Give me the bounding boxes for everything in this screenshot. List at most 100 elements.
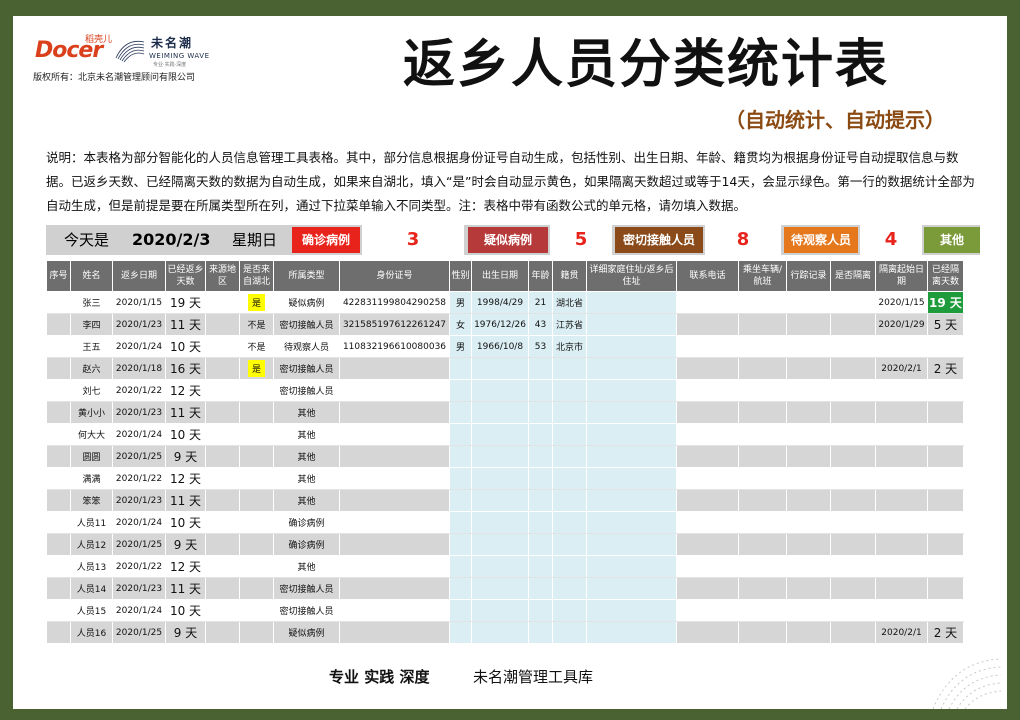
cell-gender[interactable] — [449, 467, 472, 490]
cell-return-date[interactable]: 2020/1/25 — [112, 533, 166, 556]
cell-vehicle[interactable] — [738, 489, 787, 512]
col-header-itinerary[interactable]: 行踪记录 — [786, 260, 831, 292]
cell-address[interactable] — [586, 599, 677, 622]
cell-category[interactable]: 密切接触人员 — [273, 577, 340, 600]
cell-itinerary[interactable] — [786, 335, 831, 358]
cell-vehicle[interactable] — [738, 577, 787, 600]
cell-name[interactable]: 王五 — [70, 335, 113, 358]
cell-from-hubei[interactable] — [239, 445, 274, 468]
cell-vehicle[interactable] — [738, 313, 787, 336]
cell-category[interactable]: 密切接触人员 — [273, 357, 340, 380]
cell-from-hubei[interactable] — [239, 467, 274, 490]
cell-itinerary[interactable] — [786, 599, 831, 622]
cell-gender[interactable] — [449, 357, 472, 380]
cell-iso-days[interactable]: 19 天 — [927, 291, 964, 314]
cell-phone[interactable] — [676, 423, 739, 446]
cell-days-home[interactable]: 12 天 — [165, 379, 206, 402]
cell-birth-date[interactable]: 1966/10/8 — [471, 335, 529, 358]
cell-isolated[interactable] — [830, 577, 876, 600]
cell-from-hubei[interactable] — [239, 621, 274, 644]
cell-gender[interactable] — [449, 401, 472, 424]
cell-return-date[interactable]: 2020/1/22 — [112, 379, 166, 402]
cell-gender[interactable] — [449, 599, 472, 622]
cell-birth-date[interactable] — [471, 445, 529, 468]
cell-return-date[interactable]: 2020/1/22 — [112, 467, 166, 490]
cell-address[interactable] — [586, 401, 677, 424]
cell-gender[interactable] — [449, 577, 472, 600]
cell-return-date[interactable]: 2020/1/24 — [112, 511, 166, 534]
cell-category[interactable]: 密切接触人员 — [273, 379, 340, 402]
cell-age[interactable] — [528, 555, 553, 578]
cell-from-hubei[interactable] — [239, 511, 274, 534]
cell-category[interactable]: 确诊病例 — [273, 511, 340, 534]
cell-native-place[interactable] — [552, 357, 587, 380]
cell-category[interactable]: 其他 — [273, 489, 340, 512]
cell-phone[interactable] — [676, 335, 739, 358]
cell-return-date[interactable]: 2020/1/23 — [112, 313, 166, 336]
cell-age[interactable] — [528, 357, 553, 380]
cell-vehicle[interactable] — [738, 467, 787, 490]
cell-id-number[interactable] — [339, 445, 450, 468]
cell-days-home[interactable]: 10 天 — [165, 423, 206, 446]
cell-isolated[interactable] — [830, 533, 876, 556]
cell-native-place[interactable] — [552, 423, 587, 446]
cell-phone[interactable] — [676, 533, 739, 556]
cell-id-number[interactable] — [339, 467, 450, 490]
cell-category[interactable]: 其他 — [273, 401, 340, 424]
cell-iso-days[interactable] — [927, 489, 964, 512]
cell-iso-days[interactable] — [927, 401, 964, 424]
cell-iso-start[interactable] — [875, 401, 928, 424]
cell-days-home[interactable]: 19 天 — [165, 291, 206, 314]
cell-address[interactable] — [586, 423, 677, 446]
cell-itinerary[interactable] — [786, 445, 831, 468]
cell-return-date[interactable]: 2020/1/15 — [112, 291, 166, 314]
cell-gender[interactable]: 男 — [449, 335, 472, 358]
cell-age[interactable] — [528, 599, 553, 622]
cell-iso-days[interactable] — [927, 533, 964, 556]
cell-index[interactable] — [46, 379, 71, 402]
cell-iso-start[interactable] — [875, 445, 928, 468]
col-header-native-place[interactable]: 籍贯 — [552, 260, 587, 292]
cell-id-number[interactable]: 321585197612261247 — [339, 313, 450, 336]
cell-iso-days[interactable]: 2 天 — [927, 357, 964, 380]
cell-age[interactable] — [528, 445, 553, 468]
cell-index[interactable] — [46, 489, 71, 512]
cell-return-date[interactable]: 2020/1/23 — [112, 577, 166, 600]
cell-age[interactable]: 43 — [528, 313, 553, 336]
cell-birth-date[interactable] — [471, 599, 529, 622]
cell-name[interactable]: 李四 — [70, 313, 113, 336]
cell-address[interactable] — [586, 533, 677, 556]
cell-iso-start[interactable]: 2020/2/1 — [875, 357, 928, 380]
cell-address[interactable] — [586, 445, 677, 468]
cell-id-number[interactable] — [339, 577, 450, 600]
cell-address[interactable] — [586, 489, 677, 512]
cell-iso-days[interactable] — [927, 577, 964, 600]
cell-name[interactable]: 黄小小 — [70, 401, 113, 424]
cell-iso-days[interactable] — [927, 423, 964, 446]
cell-category[interactable]: 其他 — [273, 467, 340, 490]
cell-birth-date[interactable] — [471, 577, 529, 600]
cell-iso-start[interactable] — [875, 533, 928, 556]
cell-itinerary[interactable] — [786, 533, 831, 556]
cell-vehicle[interactable] — [738, 621, 787, 644]
cell-vehicle[interactable] — [738, 379, 787, 402]
cell-itinerary[interactable] — [786, 401, 831, 424]
cell-isolated[interactable] — [830, 621, 876, 644]
cell-origin[interactable] — [205, 621, 240, 644]
cell-origin[interactable] — [205, 511, 240, 534]
cell-category[interactable]: 其他 — [273, 423, 340, 446]
cell-birth-date[interactable] — [471, 401, 529, 424]
cell-iso-start[interactable] — [875, 555, 928, 578]
cell-days-home[interactable]: 9 天 — [165, 621, 206, 644]
cell-return-date[interactable]: 2020/1/24 — [112, 335, 166, 358]
cell-birth-date[interactable] — [471, 621, 529, 644]
cell-itinerary[interactable] — [786, 467, 831, 490]
cell-age[interactable] — [528, 401, 553, 424]
cell-isolated[interactable] — [830, 291, 876, 314]
cell-origin[interactable] — [205, 423, 240, 446]
cell-birth-date[interactable] — [471, 467, 529, 490]
cell-itinerary[interactable] — [786, 621, 831, 644]
cell-isolated[interactable] — [830, 555, 876, 578]
cell-itinerary[interactable] — [786, 313, 831, 336]
cell-vehicle[interactable] — [738, 511, 787, 534]
